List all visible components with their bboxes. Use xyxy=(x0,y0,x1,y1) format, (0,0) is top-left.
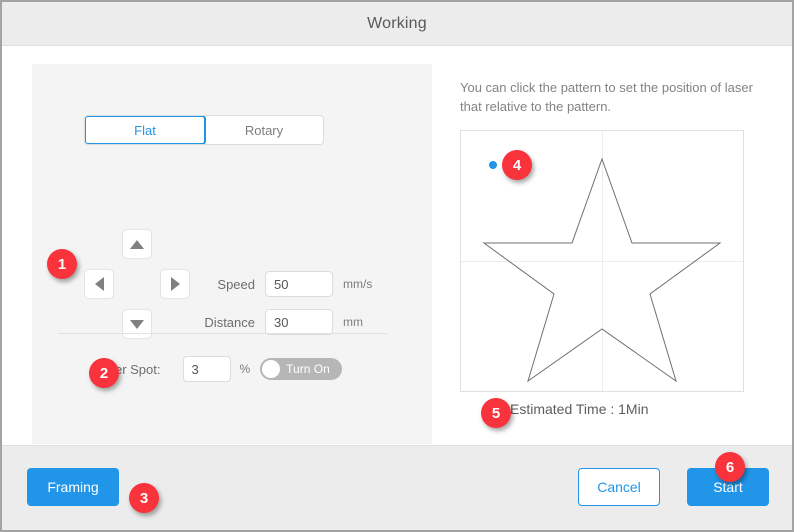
speed-unit: mm/s xyxy=(343,277,373,291)
estimated-time-label: Estimated Time : 1Min xyxy=(510,401,649,417)
move-right-button[interactable] xyxy=(160,269,190,299)
dialog-body: Flat Rotary Speed mm/s Distan xyxy=(2,47,792,445)
direction-pad xyxy=(84,229,194,339)
toggle-knob xyxy=(262,360,281,378)
left-arrow-icon xyxy=(94,277,104,291)
toggle-label: Turn On xyxy=(286,362,330,376)
annotation-badge-5: 5 xyxy=(481,398,511,428)
distance-unit: mm xyxy=(343,315,363,329)
move-up-button[interactable] xyxy=(122,229,152,259)
annotation-badge-3: 3 xyxy=(129,483,159,513)
cancel-button[interactable]: Cancel xyxy=(578,468,660,506)
preview-hint-text: You can click the pattern to set the pos… xyxy=(460,80,753,114)
annotation-badge-2: 2 xyxy=(89,358,119,388)
laser-turn-on-toggle[interactable]: Turn On xyxy=(260,358,343,380)
up-arrow-icon xyxy=(130,239,144,249)
annotation-badge-6: 6 xyxy=(715,452,745,482)
speed-input[interactable] xyxy=(265,271,333,297)
move-down-button[interactable] xyxy=(122,309,152,339)
tab-flat[interactable]: Flat xyxy=(85,116,206,144)
down-arrow-icon xyxy=(130,319,144,329)
tab-rotary[interactable]: Rotary xyxy=(205,116,323,144)
distance-label: Distance xyxy=(204,314,255,330)
panel-divider xyxy=(58,333,388,334)
laser-spot-unit: % xyxy=(239,362,251,376)
distance-field-row: Distance mm xyxy=(187,309,363,335)
laser-position-dot[interactable] xyxy=(489,161,497,169)
right-arrow-icon xyxy=(170,277,180,291)
working-dialog: Working Flat Rotary Speed 50 mm/s Distan… xyxy=(0,0,794,532)
distance-input[interactable] xyxy=(265,309,333,335)
speed-label: Speed xyxy=(217,276,255,292)
mode-tab-group[interactable]: Flat Rotary xyxy=(84,115,324,145)
move-left-button[interactable] xyxy=(84,269,114,299)
annotation-badge-1: 1 xyxy=(47,249,77,279)
speed-field-row: Speed mm/s xyxy=(187,271,372,297)
dialog-footer: Framing Cancel Start xyxy=(2,445,792,530)
framing-button[interactable]: Framing xyxy=(27,468,119,506)
dialog-titlebar: Working xyxy=(2,2,792,46)
laser-spot-row: Laser Spot: % Turn On xyxy=(94,356,343,382)
annotation-badge-4: 4 xyxy=(502,150,532,180)
dialog-title: Working xyxy=(367,14,427,32)
laser-spot-input[interactable] xyxy=(182,356,231,382)
